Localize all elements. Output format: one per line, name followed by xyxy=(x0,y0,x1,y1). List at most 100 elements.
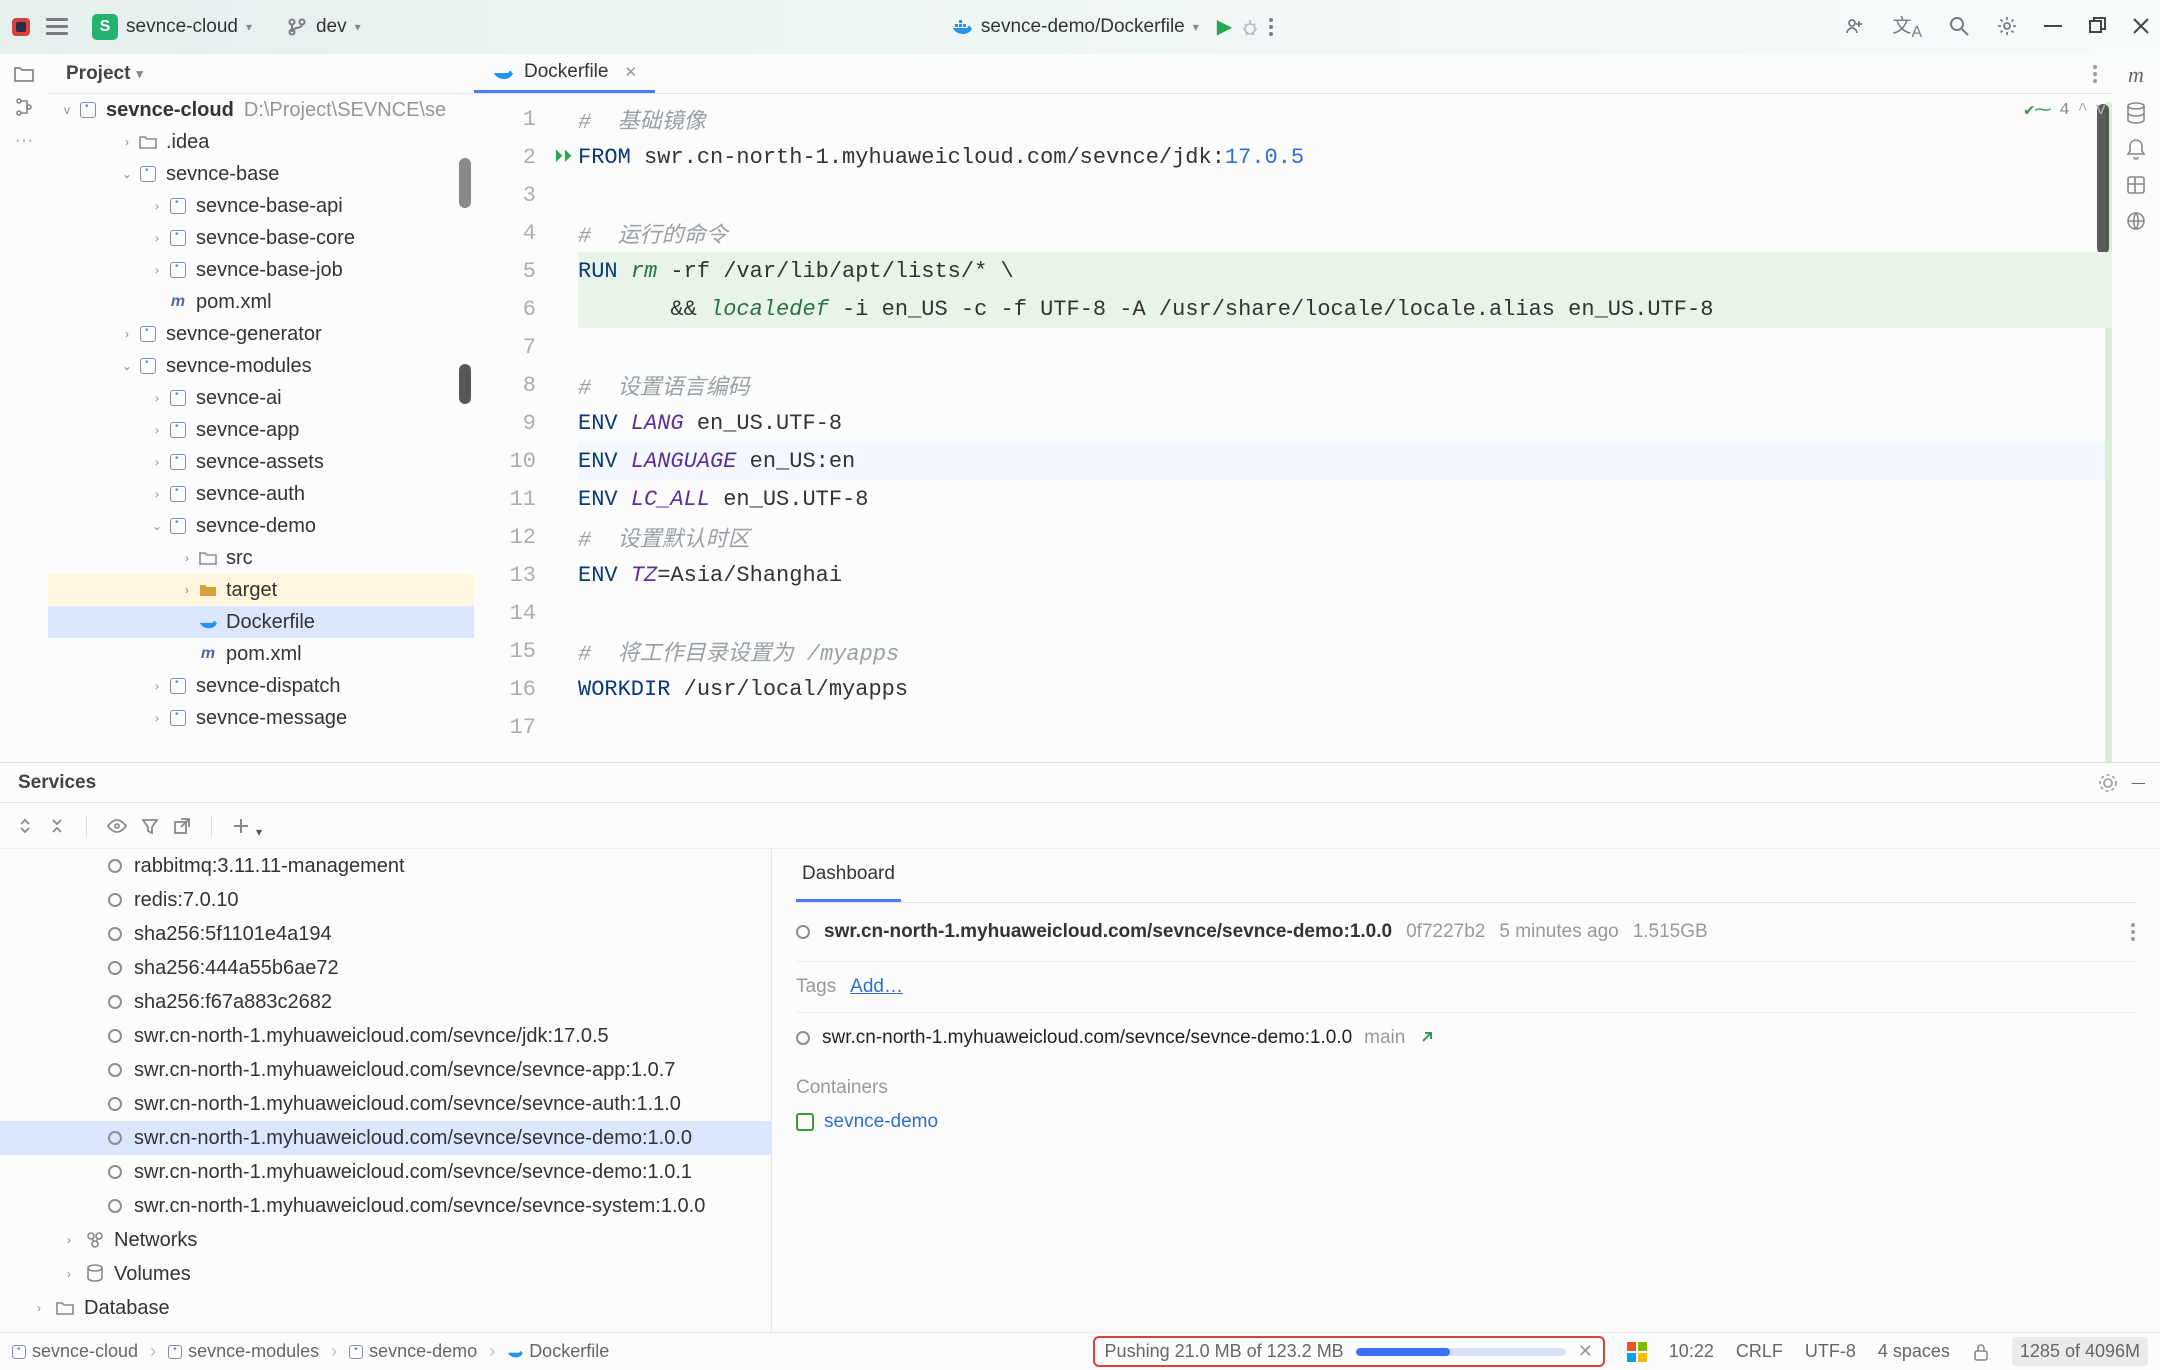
progress-widget[interactable]: Pushing 21.0 MB of 123.2 MB ✕ xyxy=(1093,1336,1605,1367)
external-button[interactable] xyxy=(173,817,191,835)
structure-tool-button[interactable] xyxy=(13,96,35,118)
status-indent[interactable]: 4 spaces xyxy=(1878,1341,1950,1362)
progress-bar xyxy=(1356,1348,1566,1356)
tree-item[interactable]: ›sevnce-generator xyxy=(48,318,474,350)
more-actions-button[interactable] xyxy=(1268,17,1274,37)
settings-button[interactable] xyxy=(1996,15,2018,37)
minimize-panel-button[interactable]: — xyxy=(2132,773,2142,793)
tree-item[interactable]: ›sevnce-base-api xyxy=(48,190,474,222)
tree-root[interactable]: sevnce-cloud xyxy=(106,99,234,122)
database-tool-button[interactable] xyxy=(2125,102,2147,124)
service-group[interactable]: ›Volumes xyxy=(0,1257,771,1291)
tree-item[interactable]: ›sevnce-assets xyxy=(48,446,474,478)
run-config-text: sevnce-demo/Dockerfile xyxy=(981,16,1185,38)
add-service-button[interactable]: ▾ xyxy=(232,817,262,835)
web-tool-button[interactable] xyxy=(2125,210,2147,232)
service-item[interactable]: swr.cn-north-1.myhuaweicloud.com/sevnce/… xyxy=(0,1189,771,1223)
view-mode-button[interactable] xyxy=(107,817,127,835)
tree-item[interactable]: ›sevnce-dispatch xyxy=(48,670,474,702)
tree-item[interactable]: ›src xyxy=(48,542,474,574)
chevron-down-icon[interactable]: ▾ xyxy=(136,66,143,82)
branch-selector[interactable]: dev ▾ xyxy=(276,12,371,42)
tree-item[interactable]: ›sevnce-base-job xyxy=(48,254,474,286)
scrollbar-thumb[interactable] xyxy=(459,364,471,404)
tree-item[interactable]: ⌄sevnce-base xyxy=(48,158,474,190)
chevron-down-icon[interactable]: v xyxy=(2096,101,2106,120)
service-group[interactable]: ›Database xyxy=(0,1291,771,1325)
debug-button[interactable] xyxy=(1240,17,1260,37)
tree-item[interactable]: ›sevnce-app xyxy=(48,414,474,446)
tree-item[interactable]: mpom.xml xyxy=(48,286,474,318)
dash-image2-name[interactable]: swr.cn-north-1.myhuaweicloud.com/sevnce/… xyxy=(822,1027,1352,1049)
tree-item[interactable]: ⌄sevnce-modules xyxy=(48,350,474,382)
dash-more-button[interactable] xyxy=(2130,922,2136,942)
container-item[interactable]: sevnce-demo xyxy=(796,1111,2136,1133)
run-config-selector[interactable]: sevnce-demo/Dockerfile ▾ xyxy=(941,12,1209,42)
search-button[interactable] xyxy=(1948,15,1970,37)
project-panel-title: Project xyxy=(66,63,130,85)
service-item[interactable]: sha256:444a55b6ae72 xyxy=(0,951,771,985)
focus-icon[interactable] xyxy=(2098,773,2118,793)
breadcrumb-item[interactable]: sevnce-demo xyxy=(349,1341,477,1362)
add-tag-link[interactable]: Add… xyxy=(850,976,903,998)
docker-icon xyxy=(951,16,973,38)
service-group[interactable]: ›Networks xyxy=(0,1223,771,1257)
codewithme-button[interactable] xyxy=(1844,15,1866,37)
main-menu-button[interactable] xyxy=(46,16,68,38)
close-button[interactable] xyxy=(2132,17,2150,35)
breadcrumb[interactable]: sevnce-cloud›sevnce-modules›sevnce-demo›… xyxy=(12,1341,609,1362)
project-tool-button[interactable] xyxy=(13,62,35,84)
service-item[interactable]: redis:7.0.10 xyxy=(0,883,771,917)
minimize-button[interactable] xyxy=(2044,17,2062,35)
status-time[interactable]: 10:22 xyxy=(1669,1341,1714,1362)
dashboard-tab[interactable]: Dashboard xyxy=(796,849,901,902)
tree-item[interactable]: ›target xyxy=(48,574,474,606)
tab-dockerfile[interactable]: Dockerfile ✕ xyxy=(474,54,655,93)
run-button[interactable]: ▶ xyxy=(1217,14,1232,39)
dash-image-name: swr.cn-north-1.myhuaweicloud.com/sevnce/… xyxy=(824,921,1392,943)
service-item[interactable]: sha256:f67a883c2682 xyxy=(0,985,771,1019)
services-list[interactable]: rabbitmq:3.11.11-managementredis:7.0.10s… xyxy=(0,849,772,1332)
breadcrumb-item[interactable]: Dockerfile xyxy=(507,1341,609,1362)
tree-item[interactable]: mpom.xml xyxy=(48,638,474,670)
collapse-all-button[interactable] xyxy=(48,817,66,835)
close-tab-icon[interactable]: ✕ xyxy=(624,63,637,81)
service-item[interactable]: sha256:5f1101e4a194 xyxy=(0,917,771,951)
scrollbar-thumb[interactable] xyxy=(459,158,471,208)
readonly-icon[interactable] xyxy=(1972,1342,1990,1362)
tree-item[interactable]: ›sevnce-auth xyxy=(48,478,474,510)
external-link-icon[interactable] xyxy=(1417,1029,1435,1047)
service-item[interactable]: swr.cn-north-1.myhuaweicloud.com/sevnce/… xyxy=(0,1087,771,1121)
tree-item[interactable]: ›.idea xyxy=(48,126,474,158)
tab-options-button[interactable] xyxy=(2092,64,2098,84)
chevron-up-icon[interactable]: ^ xyxy=(2078,101,2088,120)
translate-button[interactable]: 文A xyxy=(1892,11,1922,42)
expand-all-button[interactable] xyxy=(16,817,34,835)
notifications-tool-button[interactable] xyxy=(2125,138,2147,160)
breadcrumb-item[interactable]: sevnce-cloud xyxy=(12,1341,138,1362)
editor-tabs: Dockerfile ✕ xyxy=(474,54,2112,94)
memory-indicator[interactable]: 1285 of 4096M xyxy=(2012,1337,2148,1366)
maximize-button[interactable] xyxy=(2088,17,2106,35)
diagram-tool-button[interactable] xyxy=(2125,174,2147,196)
tree-item[interactable]: Dockerfile xyxy=(48,606,474,638)
service-item[interactable]: rabbitmq:3.11.11-management xyxy=(0,849,771,883)
tree-item[interactable]: ›sevnce-base-core xyxy=(48,222,474,254)
status-bar: sevnce-cloud›sevnce-modules›sevnce-demo›… xyxy=(0,1332,2160,1370)
service-item[interactable]: swr.cn-north-1.myhuaweicloud.com/sevnce/… xyxy=(0,1121,771,1155)
breadcrumb-item[interactable]: sevnce-modules xyxy=(168,1341,319,1362)
service-item[interactable]: swr.cn-north-1.myhuaweicloud.com/sevnce/… xyxy=(0,1155,771,1189)
status-encoding[interactable]: UTF-8 xyxy=(1805,1341,1856,1362)
cancel-progress-icon[interactable]: ✕ xyxy=(1578,1341,1593,1362)
service-item[interactable]: swr.cn-north-1.myhuaweicloud.com/sevnce/… xyxy=(0,1053,771,1087)
tree-item[interactable]: ⌄sevnce-demo xyxy=(48,510,474,542)
inspection-widget[interactable]: ✔⁓ 4 ^ v xyxy=(2024,100,2106,121)
container-status-icon xyxy=(796,1113,814,1131)
filter-button[interactable] xyxy=(141,817,159,835)
project-selector[interactable]: S sevnce-cloud ▾ xyxy=(82,10,262,44)
tree-item[interactable]: ›sevnce-message xyxy=(48,702,474,734)
tree-item[interactable]: ›sevnce-ai xyxy=(48,382,474,414)
service-item[interactable]: swr.cn-north-1.myhuaweicloud.com/sevnce/… xyxy=(0,1019,771,1053)
status-line-ending[interactable]: CRLF xyxy=(1736,1341,1783,1362)
maven-tool-button[interactable]: m xyxy=(2128,62,2144,88)
